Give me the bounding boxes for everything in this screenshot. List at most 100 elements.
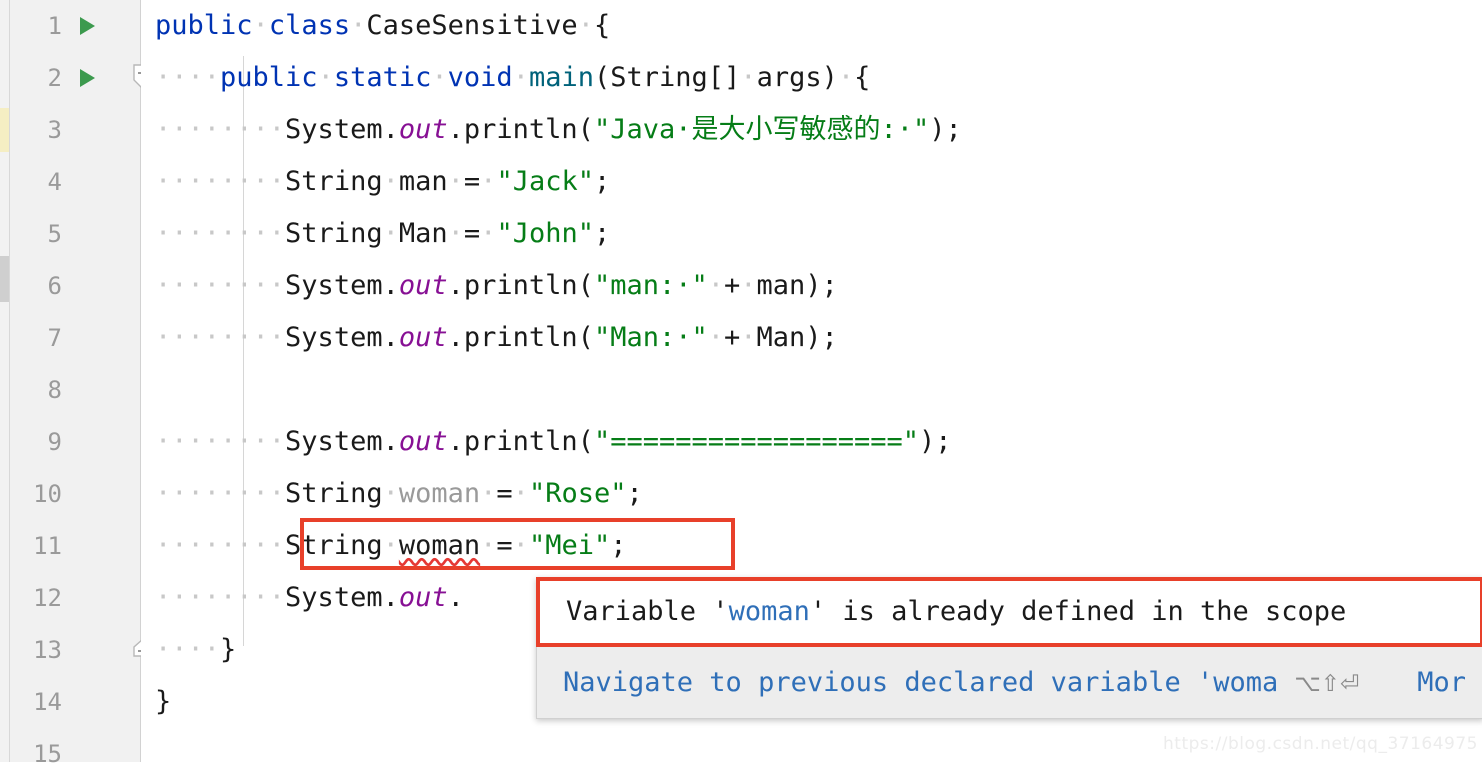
stripe-warning-mark[interactable] — [0, 108, 9, 152]
code-token: ········ — [155, 426, 286, 457]
code-token: "Java·是大小写敏感的:·" — [593, 114, 930, 145]
line-number: 8 — [47, 376, 62, 404]
code-token: . — [447, 582, 464, 613]
code-token: · — [577, 10, 594, 41]
code-token: public — [220, 62, 318, 93]
code-line-9[interactable]: ········System.out.println("============… — [155, 416, 952, 468]
code-line-4[interactable]: ········String·man·=·"Jack"; — [155, 156, 610, 208]
code-token: } — [220, 634, 237, 665]
line-number: 10 — [33, 480, 62, 508]
gutter-line-12[interactable]: 12 — [10, 572, 140, 624]
code-token: System. — [285, 322, 399, 353]
code-token: ; — [593, 218, 611, 249]
tooltip-action-bar[interactable]: Navigate to previous declared variable '… — [536, 647, 1482, 719]
code-token: ········ — [155, 218, 286, 249]
inspection-tooltip[interactable]: Variable 'woman' is already defined in t… — [536, 577, 1482, 719]
code-line-11[interactable]: ········String·woman·=·"Mei"; — [155, 520, 626, 572]
code-token: · — [740, 270, 757, 301]
code-line-10[interactable]: ········String·woman·=·"Rose"; — [155, 468, 643, 520]
code-token: String — [285, 218, 383, 249]
code-token: ········ — [155, 582, 286, 613]
run-arrow-icon[interactable] — [80, 17, 95, 35]
code-editor[interactable]: 1 2 3 4 5 6 7 8 9 10 11 12 13 14 15 public·class·CaseS… — [0, 0, 1482, 768]
code-line-14[interactable]: } — [155, 676, 171, 728]
gutter-line-11[interactable]: 11 — [10, 520, 140, 572]
code-token: · — [382, 218, 399, 249]
code-token: · — [837, 62, 855, 93]
line-number: 5 — [47, 220, 62, 248]
code-token: System. — [285, 426, 399, 457]
error-stripe-gutter[interactable] — [0, 0, 10, 762]
more-actions-link[interactable]: Mor — [1417, 667, 1466, 698]
gutter-line-14[interactable]: 14 — [10, 676, 140, 728]
code-token: ···· — [155, 62, 221, 93]
code-token: · — [431, 62, 448, 93]
code-token: · — [707, 322, 724, 353]
code-token: Man — [398, 218, 448, 249]
code-line-13[interactable]: ····} — [155, 624, 236, 676]
code-token: · — [382, 478, 399, 509]
code-token: ········ — [155, 530, 286, 561]
code-token: "John" — [496, 218, 594, 249]
line-number: 14 — [33, 688, 62, 716]
code-token: "Mei" — [528, 530, 611, 561]
code-token: · — [317, 62, 334, 93]
gutter-line-13[interactable]: 13 — [10, 624, 153, 676]
code-token: public — [155, 10, 253, 41]
code-token: · — [447, 166, 464, 197]
code-line-5[interactable]: ········String·Man·=·"John"; — [155, 208, 610, 260]
gutter-line-4[interactable]: 4 — [10, 156, 140, 208]
code-token: class — [268, 10, 351, 41]
navigate-to-previous-declaration-link[interactable]: Navigate to previous declared variable '… — [563, 667, 1278, 698]
gutter-line-6[interactable]: 6 — [10, 260, 140, 312]
code-token: static — [333, 62, 432, 93]
code-line-6[interactable]: ········System.out.println("man:·"·+·man… — [155, 260, 838, 312]
code-token: = — [496, 530, 513, 561]
code-line-3[interactable]: ········System.out.println("Java·是大小写敏感的… — [155, 104, 962, 156]
gutter-line-1[interactable]: 1 — [10, 0, 140, 52]
code-token: { — [854, 62, 871, 93]
gutter-line-2[interactable]: 2 — [10, 52, 153, 104]
code-token: "Jack" — [496, 166, 594, 197]
tooltip-message-variable: woman — [728, 596, 810, 627]
code-line-2[interactable]: ····public·static·void·main(String[]·arg… — [155, 52, 870, 104]
gutter-line-3[interactable]: 3 — [10, 104, 140, 156]
code-token: = — [496, 478, 513, 509]
gutter-line-8[interactable]: 8 — [10, 364, 140, 416]
code-token: · — [252, 10, 269, 41]
run-arrow-icon[interactable] — [80, 69, 95, 87]
code-token: ········ — [155, 478, 286, 509]
code-token: Man); — [756, 322, 838, 353]
code-token: .println( — [447, 426, 594, 457]
code-token: (String[] — [593, 62, 741, 93]
code-token: ; — [610, 530, 627, 561]
code-token: out — [398, 114, 448, 145]
gutter-line-10[interactable]: 10 — [10, 468, 140, 520]
line-number: 7 — [47, 324, 62, 352]
code-token: · — [512, 62, 529, 93]
code-line-7[interactable]: ········System.out.println("Man:·"·+·Man… — [155, 312, 838, 364]
line-number: 13 — [33, 636, 62, 664]
code-token: · — [480, 166, 497, 197]
gutter-line-15[interactable]: 15 — [10, 728, 140, 780]
gutter-line-7[interactable]: 7 — [10, 312, 140, 364]
gutter-line-5[interactable]: 5 — [10, 208, 140, 260]
line-number: 2 — [47, 64, 62, 92]
line-number: 15 — [33, 740, 62, 768]
line-number: 12 — [33, 584, 62, 612]
line-number-gutter[interactable]: 1 2 3 4 5 6 7 8 9 10 11 12 13 14 15 — [10, 0, 153, 768]
code-token: } — [155, 686, 172, 717]
code-token: "Rose" — [528, 478, 627, 509]
code-token: System. — [285, 582, 399, 613]
code-token: main — [528, 62, 594, 93]
code-token: · — [740, 62, 757, 93]
code-token: · — [480, 530, 497, 561]
line-number: 1 — [47, 12, 62, 40]
code-line-1[interactable]: public·class·CaseSensitive·{ — [155, 0, 610, 52]
tooltip-message: Variable 'woman' is already defined in t… — [536, 577, 1482, 647]
gutter-line-9[interactable]: 9 — [10, 416, 140, 468]
code-token: · — [382, 166, 399, 197]
stripe-scroll-thumb[interactable] — [0, 256, 9, 302]
code-line-12[interactable]: ········System.out. — [155, 572, 464, 624]
code-token: String — [285, 166, 383, 197]
